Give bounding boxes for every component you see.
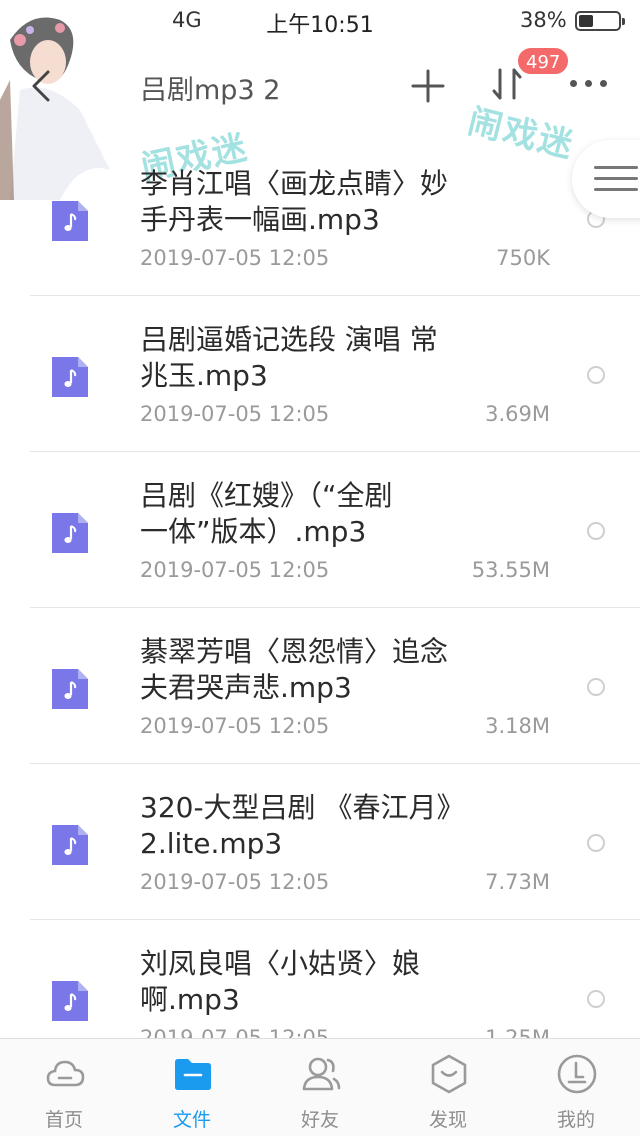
file-size: 3.18M bbox=[485, 714, 550, 738]
file-size: 3.69M bbox=[485, 402, 550, 426]
notification-badge: 497 bbox=[516, 46, 571, 76]
list-item[interactable]: 320-大型吕剧 《春江月》 2.lite.mp3 2019-07-05 12:… bbox=[0, 764, 640, 920]
audio-file-icon bbox=[52, 201, 88, 241]
file-size: 53.55M bbox=[471, 558, 550, 582]
file-list: 李肖江唱〈画龙点睛〉妙 手丹表一幅画.mp3 2019-07-05 12:05 … bbox=[0, 140, 640, 1040]
select-radio[interactable] bbox=[587, 834, 605, 852]
file-name: 綦翠芳唱〈恩怨情〉追念 夫君哭声悲.mp3 bbox=[140, 635, 449, 704]
tab-label: 发现 bbox=[428, 1109, 467, 1131]
profile-icon bbox=[557, 1054, 597, 1094]
battery-icon bbox=[575, 11, 625, 31]
tab-friends[interactable]: 好友 bbox=[256, 1039, 384, 1136]
file-name: 320-大型吕剧 《春江月》 2.lite.mp3 bbox=[140, 791, 465, 860]
file-name: 吕剧《红嫂》（“全剧 一体”版本）.mp3 bbox=[140, 479, 393, 548]
select-radio[interactable] bbox=[587, 522, 605, 540]
tab-home[interactable]: 首页 bbox=[0, 1039, 128, 1136]
list-item[interactable]: 吕剧《红嫂》（“全剧 一体”版本）.mp3 2019-07-05 12:05 5… bbox=[0, 452, 640, 608]
friends-icon bbox=[302, 1057, 341, 1091]
tab-profile[interactable]: 我的 bbox=[512, 1039, 640, 1136]
tab-label: 文件 bbox=[172, 1109, 211, 1131]
file-date: 2019-07-05 12:05 bbox=[140, 246, 330, 270]
tab-label: 我的 bbox=[556, 1109, 595, 1131]
back-arrow-icon[interactable] bbox=[30, 68, 52, 104]
audio-file-icon bbox=[52, 825, 88, 865]
file-date: 2019-07-05 12:05 bbox=[140, 870, 330, 894]
folder-icon bbox=[175, 1059, 211, 1090]
tab-label: 好友 bbox=[300, 1109, 339, 1131]
file-date: 2019-07-05 12:05 bbox=[140, 714, 330, 738]
status-bar: 中国联通 4G 上午10:51 38% bbox=[0, 0, 640, 40]
floating-menu-button[interactable] bbox=[572, 140, 640, 218]
discover-icon bbox=[431, 1054, 467, 1094]
menu-icon bbox=[594, 166, 638, 169]
audio-file-icon bbox=[52, 981, 88, 1021]
file-size: 750K bbox=[496, 246, 550, 270]
battery-percent: 38% bbox=[520, 8, 567, 32]
file-name: 刘凤良唱〈小姑贤〉娘 啊.mp3 bbox=[140, 947, 421, 1016]
audio-file-icon bbox=[52, 669, 88, 709]
list-item[interactable]: 李肖江唱〈画龙点睛〉妙 手丹表一幅画.mp3 2019-07-05 12:05 … bbox=[0, 140, 640, 296]
file-date: 2019-07-05 12:05 bbox=[140, 402, 330, 426]
select-radio[interactable] bbox=[587, 990, 605, 1008]
file-size: 7.73M bbox=[485, 870, 550, 894]
list-item[interactable]: 刘凤良唱〈小姑贤〉娘 啊.mp3 2019-07-05 12:05 1.25M bbox=[0, 920, 640, 1040]
tab-files[interactable]: 文件 bbox=[128, 1039, 256, 1136]
more-icon[interactable] bbox=[570, 80, 607, 87]
audio-file-icon bbox=[52, 357, 88, 397]
add-icon[interactable] bbox=[410, 68, 446, 104]
audio-file-icon bbox=[52, 513, 88, 553]
tab-bar: 首页 文件 好友 发现 我的 bbox=[0, 1038, 640, 1136]
file-date: 2019-07-05 12:05 bbox=[140, 558, 330, 582]
list-item[interactable]: 吕剧逼婚记选段 演唱 常 兆玉.mp3 2019-07-05 12:05 3.6… bbox=[0, 296, 640, 452]
page-title: 吕剧mp3 2 bbox=[140, 75, 281, 106]
file-name: 李肖江唱〈画龙点睛〉妙 手丹表一幅画.mp3 bbox=[140, 167, 449, 236]
list-item[interactable]: 綦翠芳唱〈恩怨情〉追念 夫君哭声悲.mp3 2019-07-05 12:05 3… bbox=[0, 608, 640, 764]
cloud-icon bbox=[46, 1060, 85, 1087]
tab-label: 首页 bbox=[44, 1109, 83, 1131]
select-radio[interactable] bbox=[587, 366, 605, 384]
tab-discover[interactable]: 发现 bbox=[384, 1039, 512, 1136]
select-radio[interactable] bbox=[587, 678, 605, 696]
file-name: 吕剧逼婚记选段 演唱 常 兆玉.mp3 bbox=[140, 323, 438, 392]
